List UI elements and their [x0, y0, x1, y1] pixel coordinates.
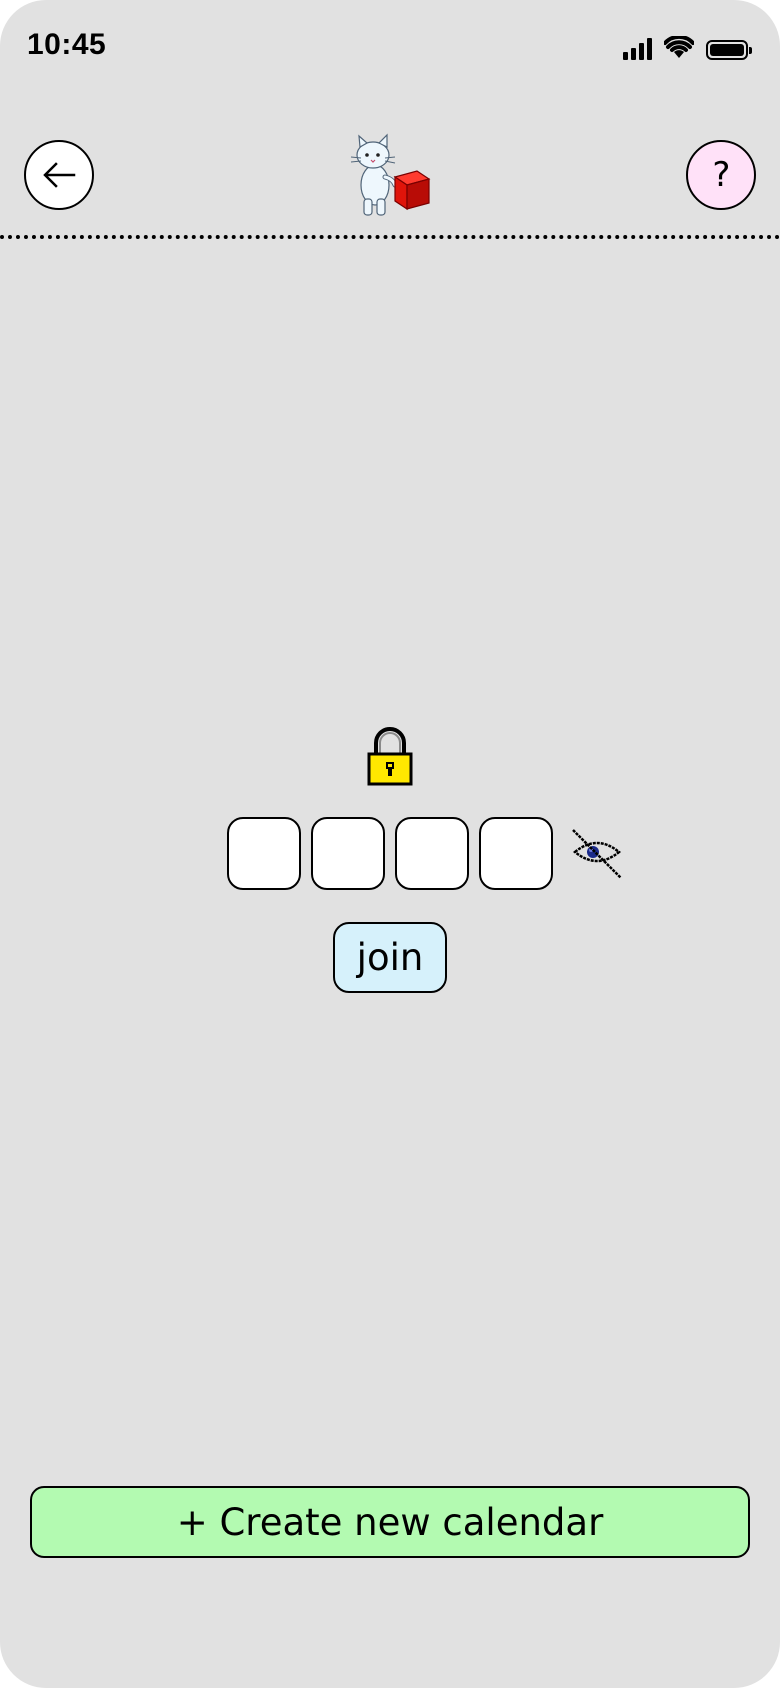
back-button[interactable] [24, 140, 94, 210]
create-calendar-button[interactable]: + Create new calendar [30, 1486, 750, 1558]
help-button[interactable]: ? [686, 140, 756, 210]
battery-icon [706, 40, 752, 60]
status-icons [623, 32, 752, 60]
header-divider [0, 235, 780, 239]
help-label: ? [710, 155, 732, 195]
status-time: 10:45 [27, 28, 107, 61]
eye-hidden-icon[interactable] [571, 828, 623, 880]
wifi-icon [664, 36, 694, 58]
arrow-left-icon [43, 162, 76, 188]
padlock-icon [367, 727, 413, 786]
cat-mascot-logo [350, 133, 431, 216]
pin-input-row [227, 817, 553, 890]
pin-digit-3[interactable] [395, 817, 469, 890]
pin-digit-4[interactable] [479, 817, 553, 890]
join-button[interactable]: join [333, 922, 447, 993]
cellular-signal-icon [623, 38, 652, 60]
pin-digit-2[interactable] [311, 817, 385, 890]
app-screen: 10:45 ? join + Create new calendar [0, 0, 780, 1688]
pin-digit-1[interactable] [227, 817, 301, 890]
